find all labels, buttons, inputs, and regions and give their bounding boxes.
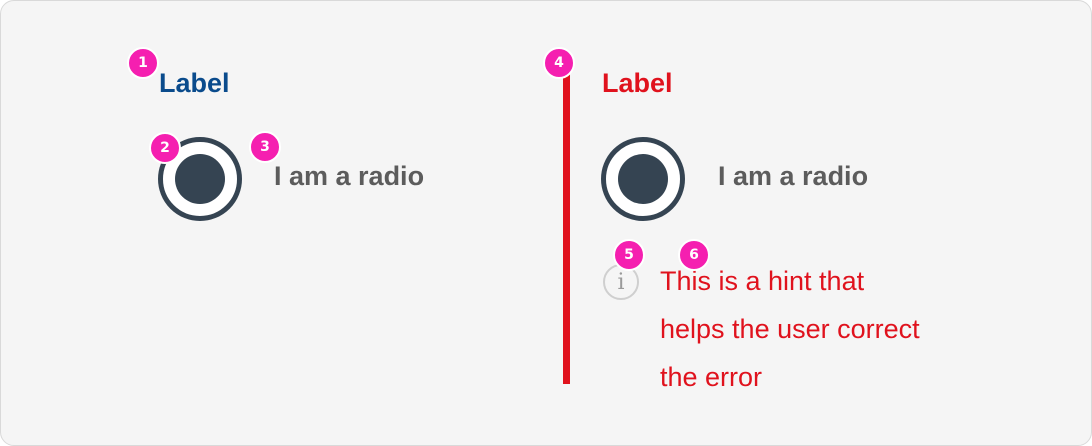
radio-button-error[interactable] (601, 137, 685, 221)
hint-line: the error (660, 362, 763, 392)
error-hint-text: This is a hint that helps the user corre… (660, 257, 980, 401)
annotation-badge-5: 5 (613, 239, 645, 271)
hint-line: This is a hint that (660, 266, 865, 296)
annotation-badge-6: 6 (678, 239, 710, 271)
annotation-badge-4: 4 (543, 47, 575, 79)
hint-line: helps the user correct (660, 314, 920, 344)
annotation-badge-2: 2 (149, 132, 181, 164)
annotation-badge-1: 1 (127, 47, 159, 79)
radio-selected-dot (175, 154, 225, 204)
radio-label[interactable]: I am a radio (274, 161, 424, 192)
error-indicator-bar (563, 70, 570, 384)
field-label-error: Label (602, 68, 673, 98)
radio-selected-dot (618, 154, 668, 204)
radio-label-error[interactable]: I am a radio (718, 161, 868, 192)
annotation-badge-3: 3 (249, 131, 281, 163)
field-label: Label (159, 68, 230, 98)
